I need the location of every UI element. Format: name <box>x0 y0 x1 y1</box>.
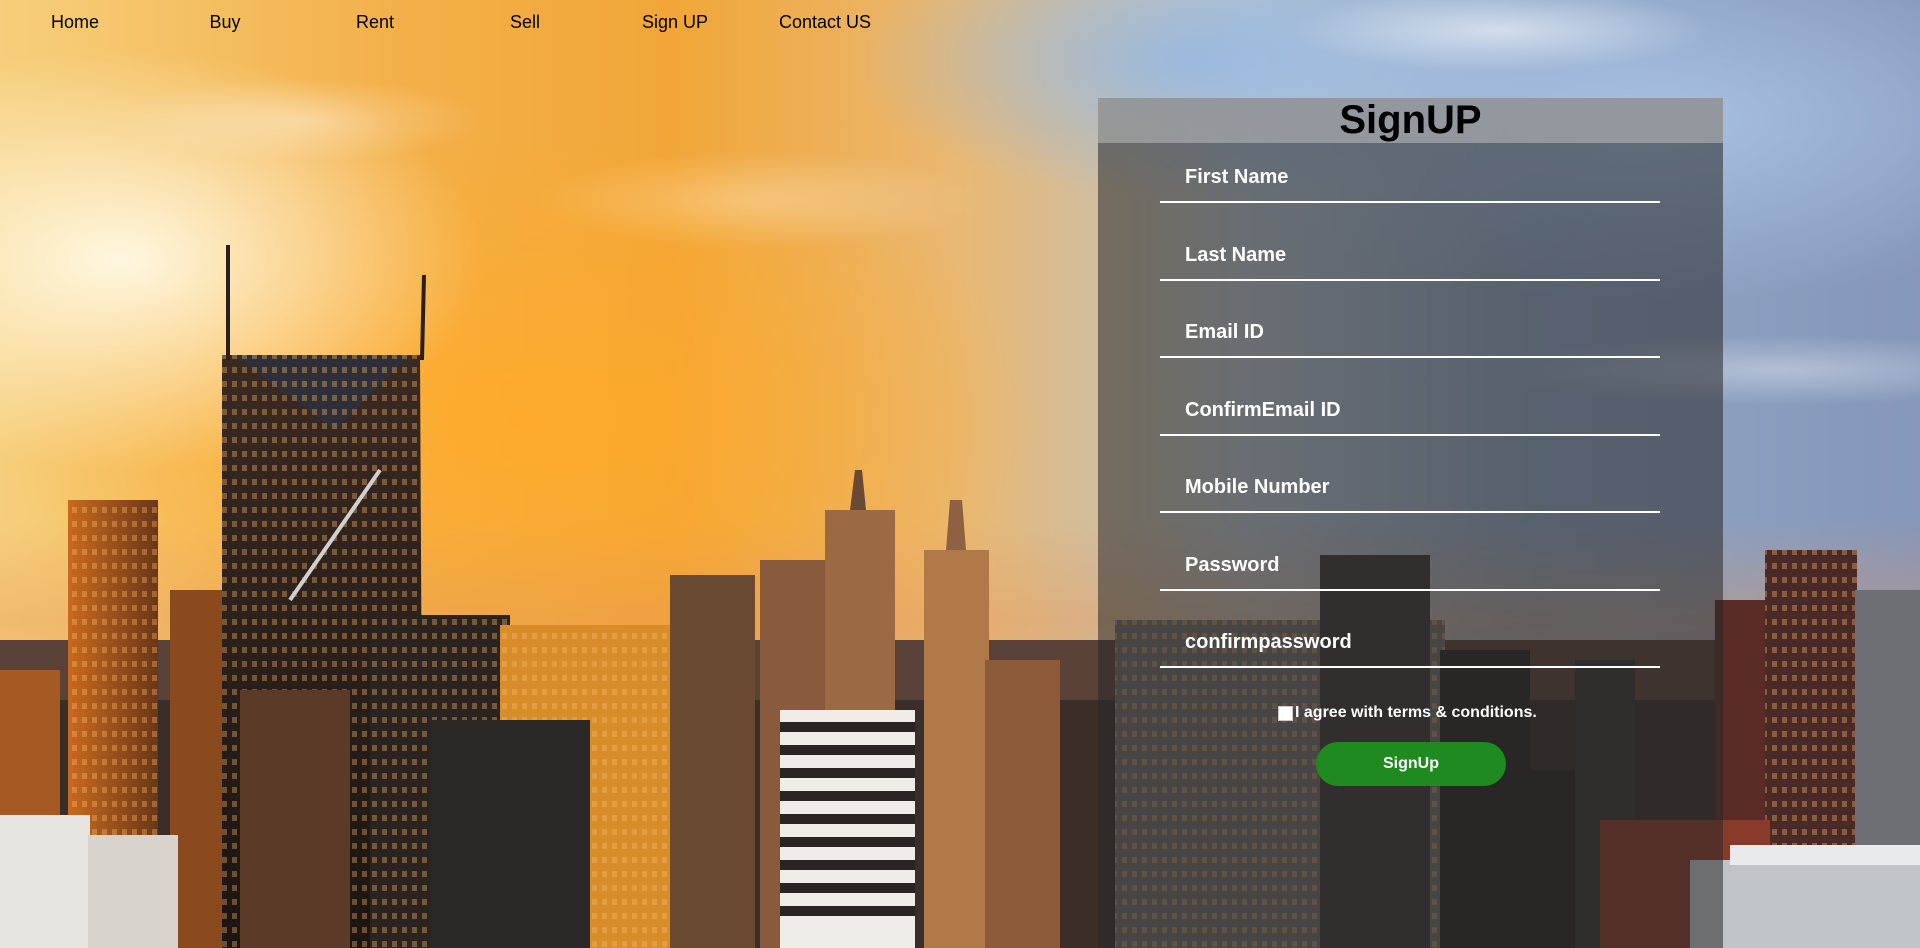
mobile-number-input[interactable] <box>1160 463 1660 513</box>
first-name-input[interactable] <box>1160 153 1660 203</box>
page: Home Buy Rent Sell Sign UP Contact US Si… <box>0 0 1920 948</box>
nav-buy-link[interactable]: Buy <box>150 12 300 33</box>
nav-rent-link[interactable]: Rent <box>300 12 450 33</box>
last-name-input[interactable] <box>1160 231 1660 281</box>
nav-sell-link[interactable]: Sell <box>450 12 600 33</box>
nav-contact-link[interactable]: Contact US <box>750 12 900 33</box>
confirm-password-input[interactable] <box>1160 618 1660 668</box>
terms-label: I agree with terms & conditions. <box>1295 704 1537 721</box>
signup-title: SignUP <box>1098 98 1723 143</box>
password-input[interactable] <box>1160 541 1660 591</box>
terms-checkbox[interactable] <box>1278 705 1293 721</box>
nav-signup-link[interactable]: Sign UP <box>600 12 750 33</box>
email-input[interactable] <box>1160 308 1660 358</box>
signup-form: SignUP I agree with terms & conditions. … <box>1098 98 1723 948</box>
signup-button[interactable]: SignUp <box>1316 742 1506 786</box>
confirm-email-input[interactable] <box>1160 386 1660 436</box>
top-nav: Home Buy Rent Sell Sign UP Contact US <box>0 0 900 44</box>
nav-home-link[interactable]: Home <box>0 12 150 33</box>
terms-row: I agree with terms & conditions. <box>1278 704 1537 722</box>
